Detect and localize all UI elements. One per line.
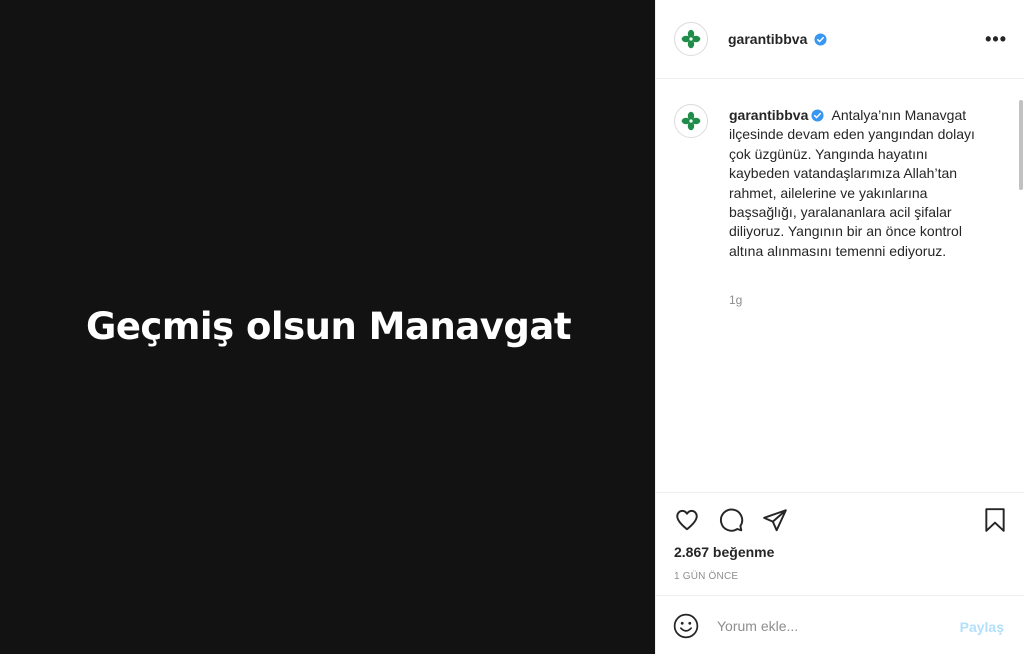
post-actions: 2.867 beğenme 1 GÜN ÖNCE: [656, 492, 1024, 595]
caption-timestamp[interactable]: 1g: [729, 293, 742, 307]
post-date: 1 GÜN ÖNCE: [674, 571, 739, 582]
verified-badge-icon: [814, 33, 827, 46]
post-header: garantibbva •••: [656, 0, 1024, 79]
post-comment-button[interactable]: Paylaş: [960, 619, 1004, 635]
post-media: Geçmiş olsun Manavgat: [0, 0, 655, 654]
media-text: Geçmiş olsun Manavgat: [85, 304, 572, 348]
clover-logo-icon: [681, 29, 701, 49]
comment-input[interactable]: [717, 614, 947, 638]
header-username[interactable]: garantibbva: [728, 31, 827, 47]
share-button[interactable]: [761, 506, 789, 534]
comment-form: Paylaş: [656, 595, 1024, 654]
more-options-button[interactable]: •••: [985, 29, 1007, 50]
bookmark-icon: [985, 508, 1005, 532]
caption: garantibbva Antalya’nın Manavgat ilçesin…: [729, 106, 989, 261]
caption-username[interactable]: garantibbva: [729, 107, 824, 123]
like-count[interactable]: 2.867 beğenme: [674, 544, 774, 560]
scrollbar[interactable]: [1019, 100, 1023, 190]
caption-text: Antalya’nın Manavgat ilçesinde devam ede…: [729, 107, 975, 259]
save-button[interactable]: [981, 506, 1009, 534]
comment-button[interactable]: [717, 506, 745, 534]
emoji-icon: [673, 613, 699, 639]
emoji-button[interactable]: [673, 613, 699, 639]
clover-logo-icon: [681, 111, 701, 131]
share-icon: [763, 509, 787, 532]
caption-avatar[interactable]: [674, 104, 708, 138]
post-side-panel: garantibbva ••• garantibbva Antalya’nın …: [655, 0, 1024, 654]
like-button[interactable]: [673, 506, 701, 534]
caption-username-text[interactable]: garantibbva: [729, 107, 808, 123]
comment-icon: [720, 508, 744, 532]
avatar[interactable]: [674, 22, 708, 56]
header-username-text[interactable]: garantibbva: [728, 31, 807, 47]
verified-badge-icon: [811, 109, 824, 122]
heart-icon: [676, 509, 698, 531]
caption-area: garantibbva Antalya’nın Manavgat ilçesin…: [656, 80, 1024, 492]
